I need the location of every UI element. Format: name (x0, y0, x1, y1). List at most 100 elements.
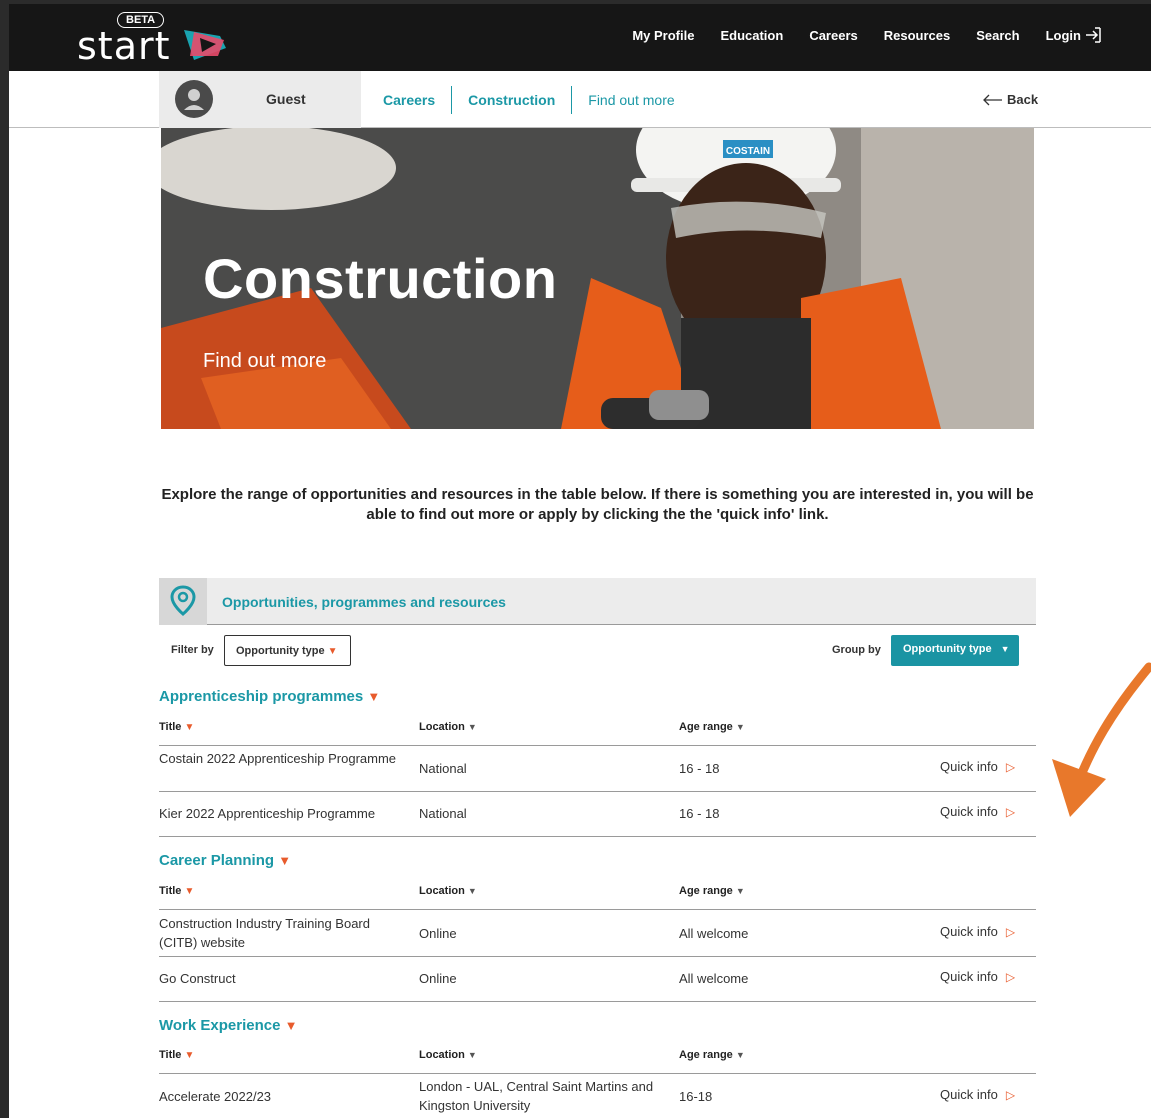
section-title[interactable]: Work Experience ▼ (159, 1017, 298, 1034)
browser-page: start BETA My Profile Education Careers … (9, 4, 1151, 1118)
quick-info-link[interactable]: Quick info ▷ (940, 969, 1015, 984)
guest-profile[interactable]: Guest (159, 71, 361, 128)
sort-arrow-icon: ▼ (467, 722, 477, 732)
row-divider (159, 1001, 1036, 1002)
col-head-label: Title (159, 885, 182, 897)
play-arrow-icon: ▷ (1005, 1087, 1016, 1102)
location-pin-icon (170, 585, 196, 616)
chevron-down-icon: ▼ (327, 646, 338, 657)
col-head-label: Age range (679, 721, 733, 733)
col-head-title[interactable]: Title ▼ (159, 721, 194, 733)
collapse-arrow-icon: ▼ (367, 689, 381, 704)
hero-subtitle: Find out more (203, 350, 327, 372)
filter-value: Opportunity type (236, 645, 325, 657)
login-label: Login (1045, 27, 1081, 43)
col-head-age[interactable]: Age range ▼ (679, 1049, 745, 1061)
nav-search[interactable]: Search (976, 28, 1019, 43)
quick-info-label: Quick info (940, 1087, 998, 1102)
row-title: Kier 2022 Apprenticeship Programme (159, 806, 376, 821)
user-icon (184, 89, 204, 110)
row-divider (159, 909, 1036, 910)
quick-info-link[interactable]: Quick info ▷ (940, 804, 1015, 819)
row-age: All welcome (679, 971, 749, 986)
hero-banner: COSTAIN Construction Find out more (161, 128, 1034, 429)
nav-education[interactable]: Education (720, 28, 783, 43)
row-title: Construction Industry Training Board (CI… (159, 916, 370, 950)
section-title[interactable]: Apprenticeship programmes ▼ (159, 688, 380, 705)
row-age: 16-18 (679, 1089, 713, 1104)
col-head-label: Location (419, 1049, 465, 1061)
col-head-age[interactable]: Age range ▼ (679, 885, 745, 897)
helmet-label: COSTAIN (726, 146, 770, 157)
quick-info-link[interactable]: Quick info ▷ (940, 1087, 1015, 1102)
col-head-label: Age range (679, 1049, 733, 1061)
breadcrumb-careers[interactable]: Careers (383, 85, 451, 115)
breadcrumb-find-out-more[interactable]: Find out more (572, 85, 690, 115)
group-label: Group by (832, 644, 881, 656)
back-button[interactable]: Back (983, 92, 1038, 107)
col-head-title[interactable]: Title ▼ (159, 885, 194, 897)
col-head-location[interactable]: Location ▼ (419, 1049, 477, 1061)
pin-icon-box (159, 578, 207, 625)
nav-careers[interactable]: Careers (809, 28, 857, 43)
row-location: National (419, 761, 467, 776)
login-link[interactable]: Login (1046, 26, 1103, 44)
quick-info-label: Quick info (940, 969, 998, 984)
quick-info-link[interactable]: Quick info ▷ (940, 924, 1015, 939)
breadcrumb: Careers Construction Find out more (383, 85, 691, 115)
panel-title: Opportunities, programmes and resources (222, 594, 506, 610)
play-arrow-icon: ▷ (1005, 759, 1016, 774)
row-location: Online (419, 971, 457, 986)
avatar (175, 80, 213, 118)
row-title: Costain 2022 Apprenticeship Programme (159, 751, 397, 766)
section-title-label: Apprenticeship programmes (159, 688, 364, 705)
start-logo[interactable]: start BETA (77, 12, 247, 68)
row-title: Accelerate 2022/23 (159, 1089, 272, 1104)
logo-mark-icon (184, 30, 226, 60)
quick-info-link[interactable]: Quick info ▷ (940, 759, 1015, 774)
col-head-location[interactable]: Location ▼ (419, 721, 477, 733)
col-head-label: Age range (679, 885, 733, 897)
quick-info-label: Quick info (940, 804, 998, 819)
col-head-age[interactable]: Age range ▼ (679, 721, 745, 733)
sort-arrow-icon: ▼ (735, 1050, 745, 1060)
annotation-arrow-icon (1052, 662, 1151, 817)
collapse-arrow-icon: ▼ (284, 1018, 298, 1033)
breadcrumb-bar: Guest Careers Construction Find out more… (9, 71, 1151, 128)
row-divider (159, 791, 1036, 792)
chevron-down-icon: ▼ (1000, 644, 1010, 654)
col-head-title[interactable]: Title ▼ (159, 1049, 194, 1061)
opportunities-panel-header: Opportunities, programmes and resources (159, 578, 1036, 625)
row-divider (159, 956, 1036, 957)
nav-my-profile[interactable]: My Profile (632, 28, 694, 43)
sort-arrow-icon: ▼ (184, 722, 195, 733)
quick-info-label: Quick info (940, 759, 998, 774)
row-location: National (419, 806, 467, 821)
play-arrow-icon: ▷ (1005, 969, 1016, 984)
guest-label: Guest (266, 91, 306, 107)
col-head-label: Location (419, 885, 465, 897)
sort-arrow-icon: ▼ (735, 722, 745, 732)
row-location: London - UAL, Central Saint Martins and … (419, 1079, 654, 1113)
nav-resources[interactable]: Resources (884, 28, 950, 43)
sort-arrow-icon: ▼ (467, 1050, 477, 1060)
sort-arrow-icon: ▼ (184, 886, 195, 897)
sort-arrow-icon: ▼ (184, 1050, 195, 1061)
filter-bar: Filter by Opportunity type ▼ Group by Op… (159, 625, 1036, 673)
back-label: Back (1007, 92, 1039, 107)
main-nav: My Profile Education Careers Resources S… (632, 26, 1103, 44)
breadcrumb-construction[interactable]: Construction (452, 85, 571, 115)
group-value: Opportunity type (903, 643, 992, 655)
filter-label: Filter by (171, 644, 214, 656)
sort-arrow-icon: ▼ (467, 886, 477, 896)
back-arrow-icon (983, 94, 1002, 105)
play-arrow-icon: ▷ (1005, 924, 1016, 939)
group-dropdown[interactable]: Opportunity type ▼ (891, 635, 1019, 666)
section-title[interactable]: Career Planning ▼ (159, 852, 291, 869)
play-arrow-icon: ▷ (1005, 804, 1016, 819)
page-title: Construction (203, 247, 558, 310)
sort-arrow-icon: ▼ (735, 886, 745, 896)
col-head-location[interactable]: Location ▼ (419, 885, 477, 897)
filter-dropdown[interactable]: Opportunity type ▼ (224, 635, 351, 666)
row-divider (159, 1073, 1036, 1074)
